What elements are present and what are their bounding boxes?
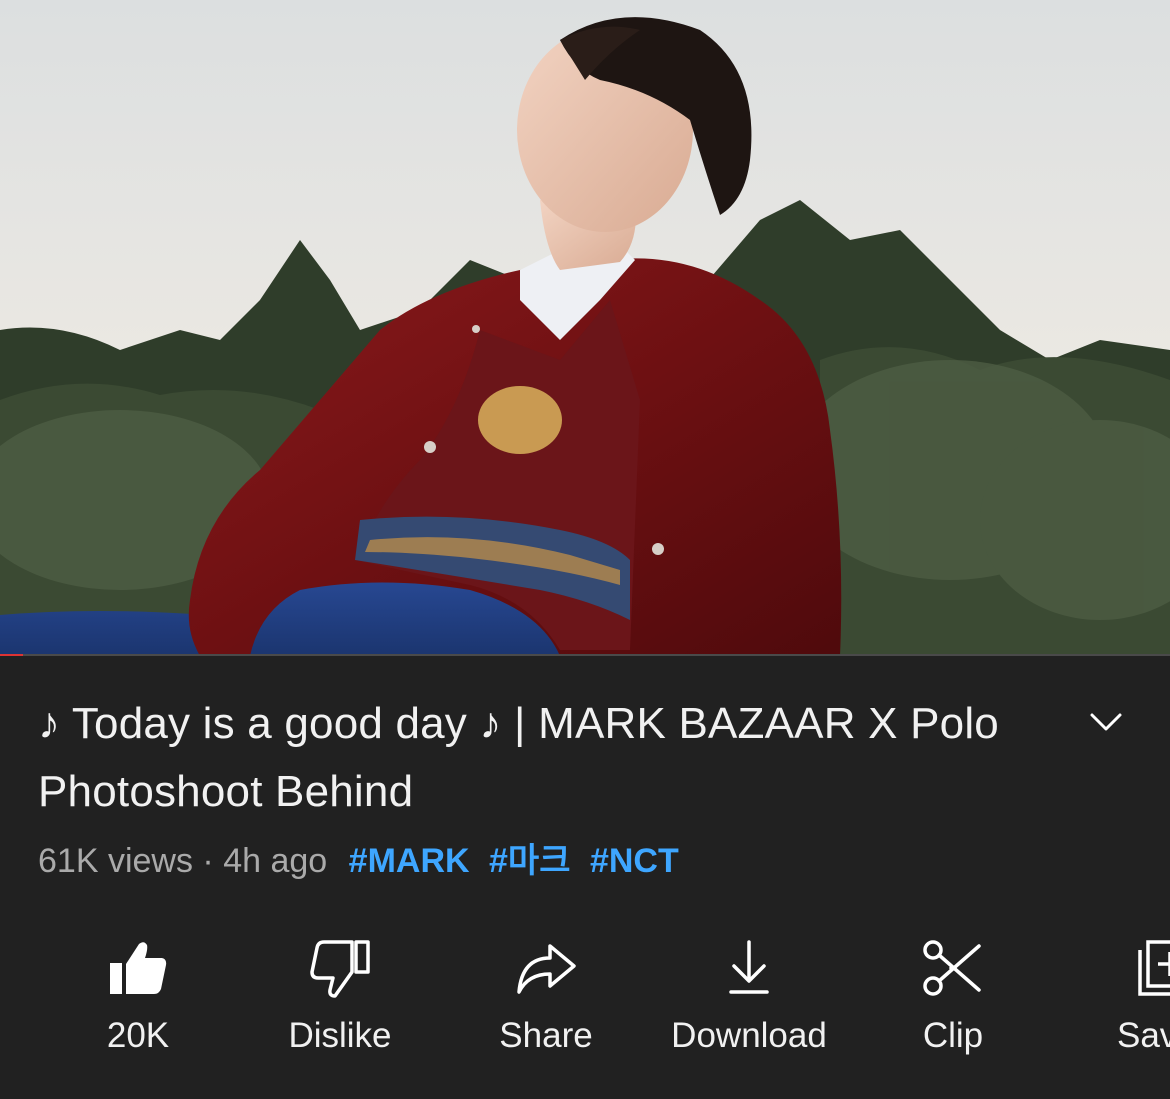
expand-description-button[interactable]	[1080, 696, 1132, 748]
video-player[interactable]	[0, 0, 1170, 656]
share-arrow-icon	[514, 936, 578, 1000]
save-label: Sav	[1117, 1016, 1170, 1055]
video-progress-bar[interactable]	[0, 654, 1170, 656]
chevron-down-icon	[1090, 713, 1122, 731]
download-icon	[717, 936, 781, 1000]
share-button[interactable]: Share	[451, 930, 641, 1070]
hashtag-link[interactable]: #마크	[489, 842, 570, 880]
like-count: 20K	[106, 1016, 170, 1055]
add-to-playlist-icon	[1132, 936, 1170, 1000]
video-progress-fill	[0, 654, 24, 656]
dislike-button[interactable]: Dislike	[245, 930, 435, 1070]
hashtag-link[interactable]: #MARK	[349, 842, 470, 880]
view-count: 61K views	[38, 842, 193, 880]
share-label: Share	[499, 1016, 593, 1055]
upload-age: 4h ago	[223, 842, 328, 880]
dislike-label: Dislike	[288, 1016, 392, 1055]
video-title: ♪ Today is a good day ♪ | MARK BAZAAR X …	[38, 699, 999, 816]
meta-separator: ·	[202, 842, 214, 880]
video-frame	[0, 0, 1170, 656]
action-bar: 20K Dislike Share Download Clip Sav	[0, 930, 1170, 1070]
video-meta: 61K views · 4h ago #MARK #마크 #NCT	[38, 836, 679, 886]
download-button[interactable]: Download	[654, 930, 844, 1070]
video-watch-screen: ♪ Today is a good day ♪ | MARK BAZAAR X …	[0, 0, 1170, 1099]
thumbs-up-icon	[106, 936, 170, 1000]
scissors-icon	[921, 936, 985, 1000]
download-label: Download	[671, 1016, 827, 1055]
save-button[interactable]: Sav	[1000, 930, 1170, 1070]
like-button[interactable]: 20K	[43, 930, 233, 1070]
thumbs-down-icon	[308, 936, 372, 1000]
hashtag-link[interactable]: #NCT	[590, 842, 679, 880]
